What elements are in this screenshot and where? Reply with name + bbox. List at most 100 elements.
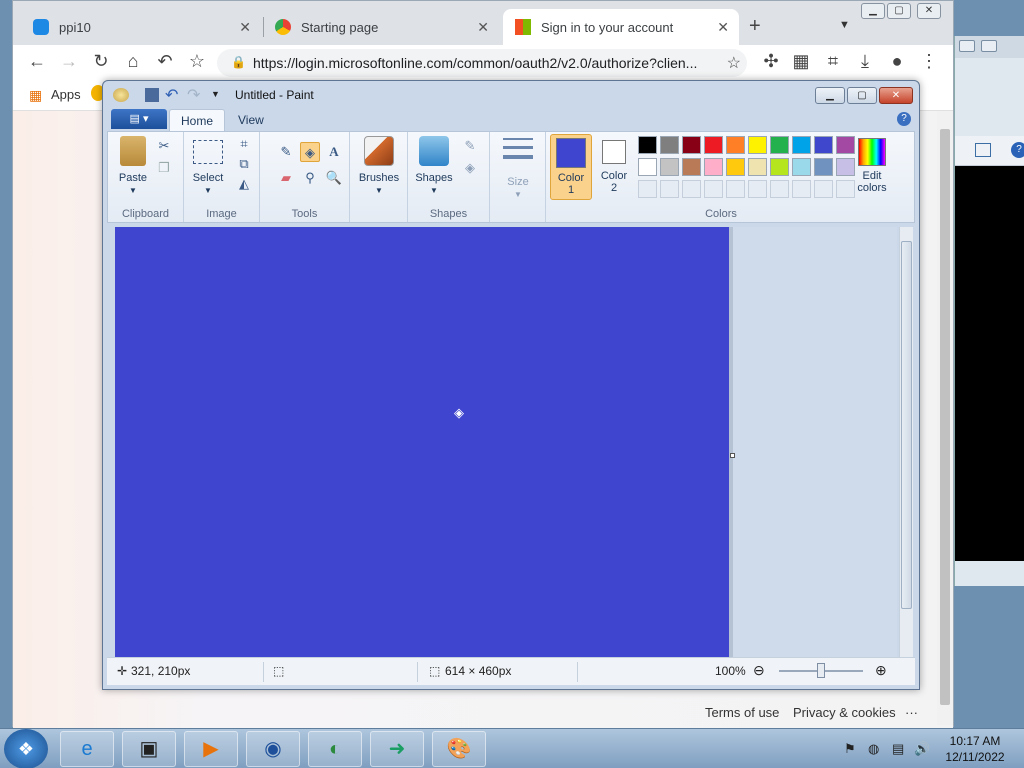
undo-icon[interactable]: ↶ — [165, 85, 178, 105]
media-player-icon[interactable]: ▶ — [184, 731, 238, 767]
palette-swatch[interactable] — [814, 136, 833, 154]
palette-swatch[interactable] — [814, 158, 833, 176]
palette-swatch[interactable] — [726, 136, 745, 154]
palette-swatch[interactable] — [638, 136, 657, 154]
tab-search-chevron-icon[interactable]: ▼ — [839, 19, 850, 31]
palette-swatch[interactable] — [704, 136, 723, 154]
zoom-out-icon[interactable]: ⊖ — [753, 662, 765, 679]
text-tool-icon[interactable]: A — [324, 142, 344, 162]
pencil-icon[interactable]: ✎ — [276, 142, 296, 162]
download-icon[interactable]: ⤓ — [853, 51, 877, 72]
palette-swatch[interactable] — [792, 158, 811, 176]
maximize-button[interactable]: ▢ — [887, 3, 911, 19]
copy-icon[interactable]: ❐ — [154, 158, 174, 178]
palette-swatch[interactable] — [792, 136, 811, 154]
profile-icon[interactable]: ● — [885, 51, 909, 72]
custom-color-slot[interactable] — [770, 180, 789, 198]
brushes-button[interactable]: Brushes ▼ — [356, 136, 402, 196]
palette-swatch[interactable] — [704, 158, 723, 176]
palette-swatch[interactable] — [748, 136, 767, 154]
lock-icon[interactable]: 🔒 — [231, 55, 246, 69]
network-flag-icon[interactable]: ⚑ — [844, 741, 856, 757]
more-options-link[interactable]: ··· — [905, 705, 918, 720]
color1-button[interactable]: Color 1 — [550, 134, 592, 200]
terms-link[interactable]: Terms of use — [705, 705, 779, 720]
palette-swatch[interactable] — [660, 158, 679, 176]
home-icon[interactable]: ⌂ — [121, 51, 145, 72]
eraser-icon[interactable]: ▰ — [276, 168, 296, 188]
palette-swatch[interactable] — [748, 158, 767, 176]
custom-color-slot[interactable] — [792, 180, 811, 198]
close-tab-icon[interactable]: ✕ — [717, 19, 729, 36]
menu-icon[interactable]: ⋮ — [917, 51, 941, 72]
help-icon[interactable]: ? — [897, 112, 911, 126]
color-picker-icon[interactable]: ⚲ — [300, 168, 320, 188]
vertical-scrollbar[interactable] — [899, 227, 913, 657]
resize-handle[interactable] — [730, 453, 735, 458]
palette-swatch[interactable] — [682, 136, 701, 154]
chrome-icon[interactable]: ◐ — [308, 731, 362, 767]
back-icon[interactable]: ← — [25, 51, 49, 72]
custom-color-slot[interactable] — [726, 180, 745, 198]
fill-bucket-icon[interactable]: ◈ — [300, 142, 320, 162]
paint-app-icon[interactable] — [113, 88, 129, 102]
scrollbar-thumb[interactable] — [940, 129, 950, 705]
quick-access-dropdown-icon[interactable]: ▼ — [211, 89, 220, 99]
zoom-slider-thumb[interactable] — [817, 663, 825, 678]
crop-icon[interactable]: ⌗ — [234, 134, 254, 154]
color2-button[interactable]: Color 2 — [596, 134, 632, 194]
url-text[interactable]: https://login.microsoftonline.com/common… — [253, 55, 713, 71]
close-tab-icon[interactable]: ✕ — [239, 19, 251, 36]
privacy-link[interactable]: Privacy & cookies — [793, 705, 896, 720]
remote-app-icon[interactable]: ➜ — [370, 731, 424, 767]
custom-color-slot[interactable] — [814, 180, 833, 198]
rotate-icon[interactable]: ◭ — [234, 174, 254, 194]
reload-icon[interactable]: ↻ — [89, 51, 113, 72]
security-icon[interactable]: ◍ — [868, 741, 879, 757]
cut-icon[interactable]: ✂ — [154, 136, 174, 156]
bookmark-star-icon[interactable]: ☆ — [185, 51, 209, 72]
help-icon[interactable]: ? — [1011, 142, 1024, 158]
select-button[interactable]: Select ▼ — [190, 136, 226, 196]
palette-swatch[interactable] — [660, 136, 679, 154]
minimize-icon[interactable] — [959, 40, 975, 52]
size-button[interactable]: Size ▼ — [498, 136, 538, 200]
palette-swatch[interactable] — [682, 158, 701, 176]
puzzle-icon[interactable]: ▦ — [789, 51, 813, 72]
forward-icon[interactable]: → — [57, 51, 81, 72]
shapes-button[interactable]: Shapes ▼ — [412, 136, 456, 196]
panel-icon[interactable] — [975, 143, 991, 157]
zoom-in-icon[interactable]: ⊕ — [875, 662, 887, 679]
paint-taskbar-icon[interactable]: 🎨 — [432, 731, 486, 767]
edit-colors-button[interactable]: Edit colors — [852, 134, 892, 194]
volume-icon[interactable]: 🔊 — [914, 741, 930, 757]
tab-view[interactable]: View — [227, 109, 275, 131]
tab-starting-page[interactable]: Starting page ✕ — [263, 9, 499, 45]
palette-swatch[interactable] — [726, 158, 745, 176]
drawing-canvas[interactable] — [115, 227, 729, 657]
tab-home[interactable]: Home — [169, 109, 226, 131]
close-tab-icon[interactable]: ✕ — [477, 19, 489, 36]
internet-explorer-icon[interactable]: e — [60, 731, 114, 767]
custom-color-slot[interactable] — [748, 180, 767, 198]
magnifier-icon[interactable]: 🔍 — [324, 168, 344, 188]
close-window-button[interactable]: ✕ — [917, 3, 941, 19]
redo-icon[interactable]: ↷ — [187, 85, 200, 105]
resize-icon[interactable]: ⧉ — [234, 154, 254, 174]
palette-swatch[interactable] — [770, 158, 789, 176]
undo-icon[interactable]: ↶ — [153, 51, 177, 72]
network-icon[interactable]: ▤ — [892, 741, 904, 757]
app-icon[interactable]: ◉ — [246, 731, 300, 767]
minimize-button[interactable]: ▁ — [861, 3, 885, 19]
paste-button[interactable]: Paste ▼ — [114, 136, 152, 196]
save-icon[interactable] — [145, 88, 159, 102]
new-tab-button[interactable]: + — [749, 15, 761, 38]
extension-icon[interactable]: ✣ — [759, 51, 783, 72]
tab-sign-in[interactable]: Sign in to your account ✕ — [503, 9, 739, 45]
custom-color-slot[interactable] — [638, 180, 657, 198]
custom-color-slot[interactable] — [660, 180, 679, 198]
start-button[interactable]: ❖ — [4, 729, 48, 768]
fill-icon[interactable]: ◈ — [460, 158, 480, 178]
scrollbar-thumb[interactable] — [901, 241, 912, 609]
maximize-icon[interactable] — [981, 40, 997, 52]
